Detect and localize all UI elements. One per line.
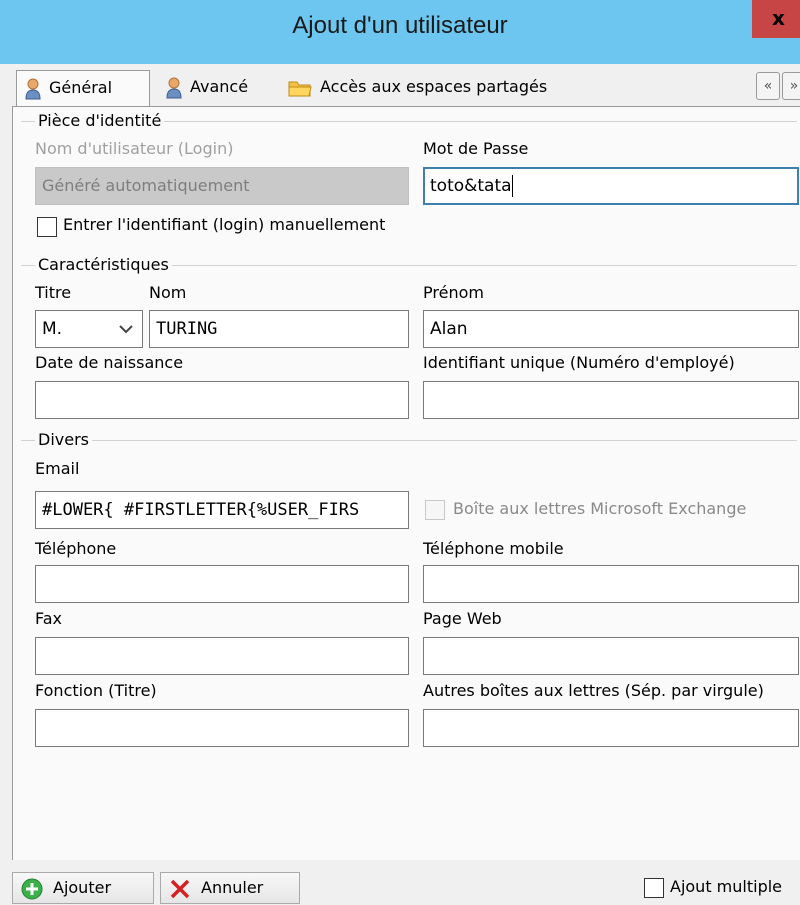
cancel-button[interactable]: Annuler: [160, 872, 300, 904]
title-label: Titre: [35, 283, 72, 302]
group-title-characteristics: Caractéristiques: [35, 255, 172, 274]
birthdate-label: Date de naissance: [35, 353, 184, 372]
fax-label: Fax: [35, 609, 63, 628]
tab-shared-spaces-label: Accès aux espaces partagés: [320, 77, 548, 96]
folder-icon: [288, 81, 312, 96]
title-bar: Ajout d'un utilisateur x: [0, 0, 800, 64]
mobile-label: Téléphone mobile: [423, 539, 564, 558]
password-value: toto&tata: [430, 176, 512, 196]
close-button[interactable]: x: [752, 0, 800, 38]
multiple-add-label: Ajout multiple: [670, 877, 783, 896]
phone-label: Téléphone: [35, 539, 117, 558]
window-title: Ajout d'un utilisateur: [292, 12, 508, 39]
manual-login-label: Entrer l'identifiant (login) manuellemen…: [63, 215, 386, 234]
function-label: Fonction (Titre): [35, 681, 157, 700]
add-button[interactable]: Ajouter: [12, 872, 154, 904]
group-separator: [21, 440, 797, 441]
email-label: Email: [35, 459, 80, 478]
manual-login-checkbox[interactable]: [37, 217, 57, 237]
tab-general-label: Général: [49, 78, 113, 97]
other-mailboxes-label: Autres boîtes aux lettres (Sép. par virg…: [423, 681, 764, 700]
user-icon: [166, 77, 182, 98]
email-field[interactable]: #LOWER{ #FIRSTLETTER{%USER_FIRS: [35, 491, 409, 529]
birthdate-field[interactable]: [35, 381, 409, 419]
tab-advanced[interactable]: Avancé: [158, 70, 272, 106]
text-caret: [511, 175, 513, 197]
password-field[interactable]: toto&tata: [423, 167, 799, 205]
firstname-label: Prénom: [423, 283, 484, 302]
firstname-field[interactable]: Alan: [423, 310, 799, 348]
phone-field[interactable]: [35, 565, 409, 603]
plus-circle-icon: [21, 878, 43, 899]
tab-advanced-label: Avancé: [190, 77, 249, 96]
fax-field[interactable]: [35, 637, 409, 675]
exchange-label: Boîte aux lettres Microsoft Exchange: [453, 499, 747, 518]
password-label: Mot de Passe: [423, 139, 529, 158]
web-label: Page Web: [423, 609, 502, 628]
tab-shared-spaces[interactable]: Accès aux espaces partagés: [280, 70, 580, 106]
other-mailboxes-field[interactable]: [423, 709, 799, 747]
group-title-identity: Pièce d'identité: [35, 111, 165, 130]
uid-field[interactable]: [423, 381, 799, 419]
group-title-misc: Divers: [35, 430, 92, 449]
tab-general[interactable]: Général: [16, 70, 150, 106]
tab-prev-button[interactable]: «: [756, 72, 780, 100]
user-icon: [25, 78, 41, 99]
web-field[interactable]: [423, 637, 799, 675]
tab-strip: Général Avancé Accès aux espaces partagé…: [12, 64, 800, 106]
title-select[interactable]: M.: [35, 310, 143, 348]
title-select-value: M.: [42, 319, 63, 339]
login-field[interactable]: Généré automatiquement: [35, 167, 409, 205]
lastname-field[interactable]: TURING: [149, 310, 409, 348]
uid-label: Identifiant unique (Numéro d'employé): [423, 353, 735, 372]
chevron-down-icon: [119, 325, 133, 334]
tab-next-button[interactable]: »: [782, 72, 800, 100]
close-x-icon: [170, 879, 190, 898]
login-label: Nom d'utilisateur (Login): [35, 139, 234, 158]
lastname-label: Nom: [149, 283, 187, 302]
mobile-field[interactable]: [423, 565, 799, 603]
multiple-add-checkbox[interactable]: [644, 878, 664, 898]
tab-content-general: Pièce d'identité Nom d'utilisateur (Logi…: [12, 106, 800, 860]
footer-bar: Ajouter Annuler Ajout multiple: [0, 860, 800, 905]
cancel-button-label: Annuler: [201, 878, 264, 897]
add-button-label: Ajouter: [53, 878, 112, 897]
exchange-checkbox[interactable]: [425, 500, 445, 520]
function-field[interactable]: [35, 709, 409, 747]
